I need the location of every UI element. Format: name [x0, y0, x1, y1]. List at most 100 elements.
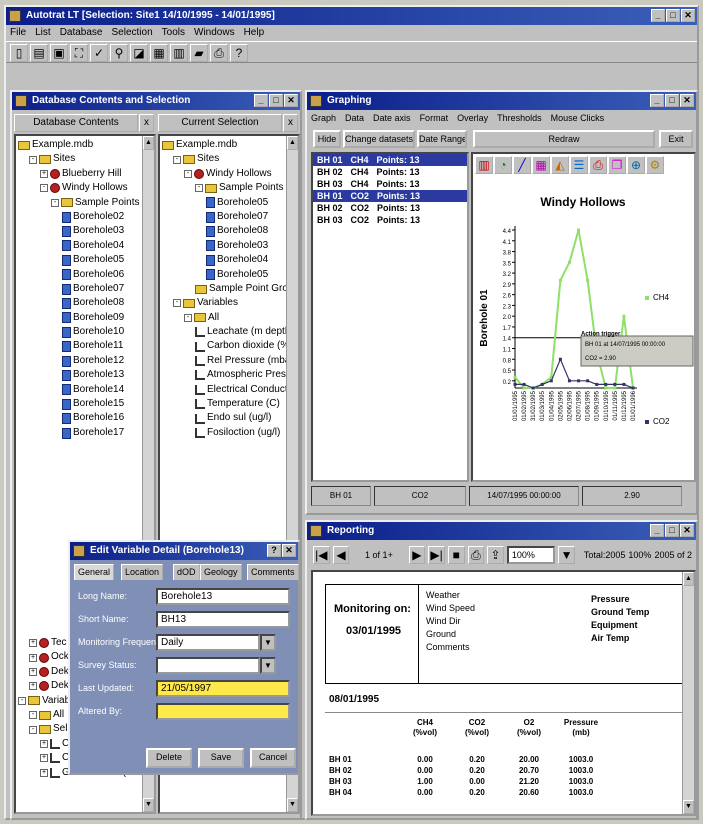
- menu-overlay[interactable]: Overlay: [457, 110, 488, 126]
- tree-item[interactable]: Borehole05: [162, 196, 298, 210]
- tree-item[interactable]: - All: [162, 311, 298, 325]
- data-point[interactable]: [558, 278, 562, 282]
- tree-item[interactable]: Borehole13: [18, 368, 139, 382]
- tree-item[interactable]: Borehole07: [18, 282, 139, 296]
- right-close-button[interactable]: x: [283, 114, 298, 132]
- tree-item[interactable]: Fosiloction (ug/l): [162, 426, 298, 440]
- line-icon[interactable]: ╱: [513, 156, 531, 174]
- report-scrollbar[interactable]: ▲ ▼: [682, 572, 694, 814]
- copy-icon[interactable]: ❐: [608, 156, 626, 174]
- tree-item[interactable]: Borehole02: [18, 210, 139, 224]
- expand-icon[interactable]: +: [40, 169, 48, 178]
- last-page-icon[interactable]: ▶|: [428, 546, 445, 564]
- collapse-icon[interactable]: -: [29, 711, 37, 720]
- tree-item[interactable]: Borehole14: [18, 383, 139, 397]
- tree-item[interactable]: Borehole07: [162, 210, 298, 224]
- menu-list[interactable]: List: [35, 25, 51, 41]
- close-icon[interactable]: ✕: [681, 9, 695, 22]
- data-point[interactable]: [613, 386, 617, 390]
- tab-comments[interactable]: Comments: [247, 564, 299, 580]
- data-point[interactable]: [604, 386, 608, 390]
- data-point[interactable]: [613, 382, 617, 386]
- close-icon[interactable]: ✕: [284, 94, 298, 107]
- minimize-icon[interactable]: _: [650, 94, 664, 107]
- close-icon[interactable]: ✕: [282, 544, 296, 557]
- new-icon[interactable]: ▯: [10, 44, 28, 62]
- tree-item[interactable]: Borehole16: [18, 411, 139, 425]
- folder-icon[interactable]: ▰: [190, 44, 208, 62]
- exit-button[interactable]: Exit: [659, 130, 693, 148]
- select-icon[interactable]: ⛶: [70, 44, 88, 62]
- tree-item[interactable]: Sample Point Groups: [162, 282, 298, 296]
- menu-database[interactable]: Database: [60, 25, 103, 41]
- collapse-icon[interactable]: -: [40, 184, 48, 193]
- first-page-icon[interactable]: |◀: [313, 546, 330, 564]
- redraw-button[interactable]: Redraw: [473, 130, 655, 148]
- tree-item[interactable]: Borehole08: [162, 224, 298, 238]
- expand-icon[interactable]: +: [29, 667, 37, 676]
- tree-item[interactable]: Borehole09: [18, 311, 139, 325]
- collapse-icon[interactable]: -: [173, 299, 181, 308]
- data-point[interactable]: [586, 278, 590, 282]
- field-input[interactable]: [156, 657, 260, 674]
- collapse-icon[interactable]: -: [173, 155, 181, 164]
- series-row[interactable]: BH 03 CH4 Points: 13: [313, 178, 467, 190]
- data-point[interactable]: [622, 314, 626, 318]
- expand-icon[interactable]: +: [29, 639, 37, 648]
- tree-item[interactable]: - Sample Points: [18, 196, 139, 210]
- data-point[interactable]: [586, 379, 590, 383]
- menu-windows[interactable]: Windows: [194, 25, 235, 41]
- tree-item[interactable]: Borehole03: [18, 224, 139, 238]
- data-point[interactable]: [513, 375, 517, 379]
- expand-icon[interactable]: +: [40, 739, 48, 748]
- close-icon[interactable]: ✕: [680, 94, 694, 107]
- menu-format[interactable]: Format: [420, 110, 449, 126]
- graph-icon[interactable]: ▦: [150, 44, 168, 62]
- data-point[interactable]: [631, 386, 635, 390]
- menu-data[interactable]: Data: [345, 110, 364, 126]
- tree-item[interactable]: Atmospheric Pressure: [162, 368, 298, 382]
- data-point[interactable]: [567, 379, 571, 383]
- minimize-icon[interactable]: _: [650, 524, 664, 537]
- tree-item[interactable]: Borehole03: [162, 239, 298, 253]
- menu-mouse-clicks[interactable]: Mouse Clicks: [551, 110, 605, 126]
- cancel-button[interactable]: Cancel: [250, 748, 296, 768]
- tree-item[interactable]: Borehole05: [18, 253, 139, 267]
- tree-item[interactable]: Carbon dioxide (%vo: [162, 339, 298, 353]
- data-point[interactable]: [549, 379, 553, 383]
- options-icon[interactable]: ⚙: [646, 156, 664, 174]
- data-point[interactable]: [540, 382, 544, 386]
- export-icon[interactable]: ⇪: [487, 546, 504, 564]
- data-point[interactable]: [513, 382, 517, 386]
- series-row[interactable]: BH 02 CO2 Points: 13: [313, 202, 467, 214]
- dropdown-arrow-icon[interactable]: ▼: [260, 657, 276, 674]
- tree-item[interactable]: Endo sul (ug/l): [162, 411, 298, 425]
- tree-item[interactable]: Borehole11: [18, 339, 139, 353]
- menu-thresholds[interactable]: Thresholds: [497, 110, 542, 126]
- tree-item[interactable]: Electrical Conductivity: [162, 383, 298, 397]
- tree-item[interactable]: Borehole05: [162, 268, 298, 282]
- tree-item[interactable]: Borehole04: [162, 253, 298, 267]
- menu-selection[interactable]: Selection: [112, 25, 153, 41]
- database-contents-header[interactable]: Database Contents: [14, 114, 138, 132]
- tree-item[interactable]: - Sites: [162, 152, 298, 166]
- hide-button[interactable]: Hide: [313, 130, 341, 148]
- stop-icon[interactable]: ■: [447, 546, 465, 564]
- tree-item[interactable]: Borehole06: [18, 268, 139, 282]
- date-range-button[interactable]: Date Range: [417, 130, 467, 148]
- collapse-icon[interactable]: -: [195, 184, 203, 193]
- expand-icon[interactable]: +: [40, 754, 48, 763]
- data-point[interactable]: [622, 382, 626, 386]
- grid-icon[interactable]: ▦: [532, 156, 550, 174]
- tree-item[interactable]: + Blueberry Hill: [18, 167, 139, 181]
- field-input[interactable]: Daily: [156, 634, 260, 651]
- print-icon[interactable]: ⎙: [589, 156, 607, 174]
- table-icon[interactable]: ▥: [170, 44, 188, 62]
- save-button[interactable]: Save: [198, 748, 244, 768]
- left-close-button[interactable]: x: [139, 114, 154, 132]
- expand-icon[interactable]: +: [29, 653, 37, 662]
- collapse-icon[interactable]: -: [18, 696, 26, 705]
- chart-svg[interactable]: Windy Hollows Borehole 01 4.4 4.1 3.8 3.5 3.2 2…: [473, 178, 694, 478]
- menu-date-axis[interactable]: Date axis: [373, 110, 411, 126]
- collapse-icon[interactable]: -: [184, 169, 192, 178]
